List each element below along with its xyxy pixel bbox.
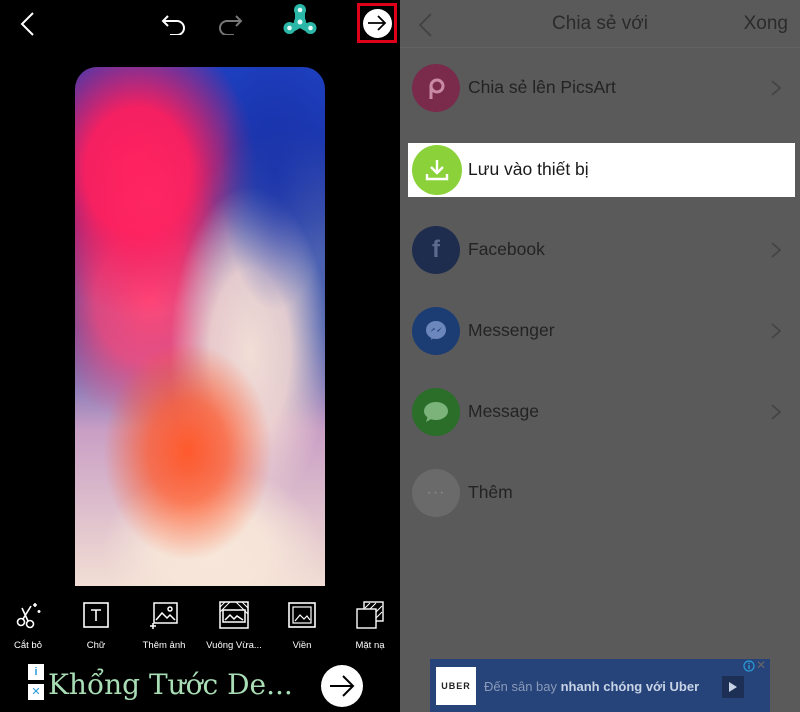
cutout-icon — [11, 598, 45, 632]
back-icon[interactable] — [12, 8, 42, 40]
undo-icon[interactable] — [157, 6, 191, 40]
mask-icon — [353, 598, 387, 632]
tool-label: Vuông Vừa... — [206, 640, 262, 651]
next-button[interactable] — [357, 3, 397, 43]
ad-title: Khổng Tước De... — [48, 668, 293, 701]
wallpaper-image[interactable] — [75, 67, 325, 586]
share-row-facebook[interactable]: f Facebook — [400, 222, 800, 278]
editor-toolbar — [0, 0, 400, 50]
chevron-right-icon — [771, 323, 782, 339]
arrow-right-icon — [362, 8, 392, 38]
share-row-messenger[interactable]: Messenger — [400, 303, 800, 359]
share-row-message[interactable]: Message — [400, 384, 800, 440]
more-icon: ··· — [412, 469, 460, 517]
uber-logo: UBER — [436, 667, 476, 705]
chevron-right-icon — [771, 80, 782, 96]
share-nav-bar: Chia sẻ với Xong — [400, 0, 800, 48]
ad-controls: i ✕ — [28, 664, 44, 704]
tool-label: Chữ — [86, 640, 106, 651]
tool-border[interactable]: Viền — [270, 598, 334, 658]
ad-banner-right[interactable]: UBER Đến sân bay nhanh chóng với Uber ✕ — [430, 659, 770, 712]
ad-text: Đến sân bay nhanh chóng với Uber — [484, 679, 700, 694]
tool-mask[interactable]: Mặt nạ — [338, 598, 400, 658]
tool-label: Thêm ảnh — [142, 640, 186, 651]
tool-bar: Cắt bỏ Chữ Thêm ảnh Vuông Vừa... Viền Mặ… — [0, 598, 400, 658]
tool-label: Viền — [292, 640, 312, 651]
share-row-label: Chia sẻ lên PicsArt — [468, 77, 616, 97]
share-panel: Chia sẻ với Xong Chia sẻ lên PicsArt Lưu… — [400, 0, 800, 712]
redo-icon[interactable] — [213, 6, 247, 40]
ad-info-icon[interactable]: i — [28, 664, 44, 680]
square-fit-icon — [217, 598, 251, 632]
tool-label: Mặt nạ — [355, 640, 385, 651]
tool-cutout[interactable]: Cắt bỏ — [0, 598, 60, 658]
ad-close-icon[interactable]: ✕ — [28, 684, 44, 700]
play-icon[interactable] — [722, 676, 744, 698]
tool-add-photo[interactable]: Thêm ảnh — [132, 598, 196, 658]
facebook-icon: f — [412, 226, 460, 274]
editor-panel: Cắt bỏ Chữ Thêm ảnh Vuông Vừa... Viền Mặ… — [0, 0, 400, 712]
tool-label: Cắt bỏ — [14, 640, 42, 651]
border-icon — [285, 598, 319, 632]
tool-text[interactable]: Chữ — [64, 598, 128, 658]
add-photo-icon — [147, 598, 181, 632]
share-row-picsart[interactable]: Chia sẻ lên PicsArt — [400, 60, 800, 116]
text-icon — [79, 598, 113, 632]
page-title: Chia sẻ với — [552, 13, 648, 34]
ad-banner-left[interactable]: i ✕ Khổng Tước De... — [0, 660, 400, 712]
done-button[interactable]: Xong — [744, 13, 788, 35]
share-row-more[interactable]: ··· Thêm — [400, 465, 800, 521]
fidget-spinner-icon[interactable] — [280, 2, 320, 42]
messenger-icon — [412, 307, 460, 355]
chevron-right-icon — [771, 404, 782, 420]
tool-square-fit[interactable]: Vuông Vừa... — [202, 598, 266, 658]
download-icon — [412, 145, 462, 195]
arrow-right-icon — [330, 675, 355, 697]
ad-close-icon[interactable]: ✕ — [756, 659, 768, 673]
picsart-icon — [412, 64, 460, 112]
share-row-save-to-device[interactable]: Lưu vào thiết bị — [408, 143, 795, 197]
message-icon — [412, 388, 460, 436]
share-row-label: Facebook — [468, 239, 545, 259]
share-row-label: Messenger — [468, 320, 555, 340]
share-row-label: Message — [468, 401, 540, 421]
share-row-label: Thêm — [468, 482, 513, 502]
ad-info-icon[interactable] — [743, 660, 755, 672]
ad-go-button[interactable] — [321, 665, 363, 707]
share-row-label: Lưu vào thiết bị — [468, 159, 589, 179]
chevron-right-icon — [771, 242, 782, 258]
